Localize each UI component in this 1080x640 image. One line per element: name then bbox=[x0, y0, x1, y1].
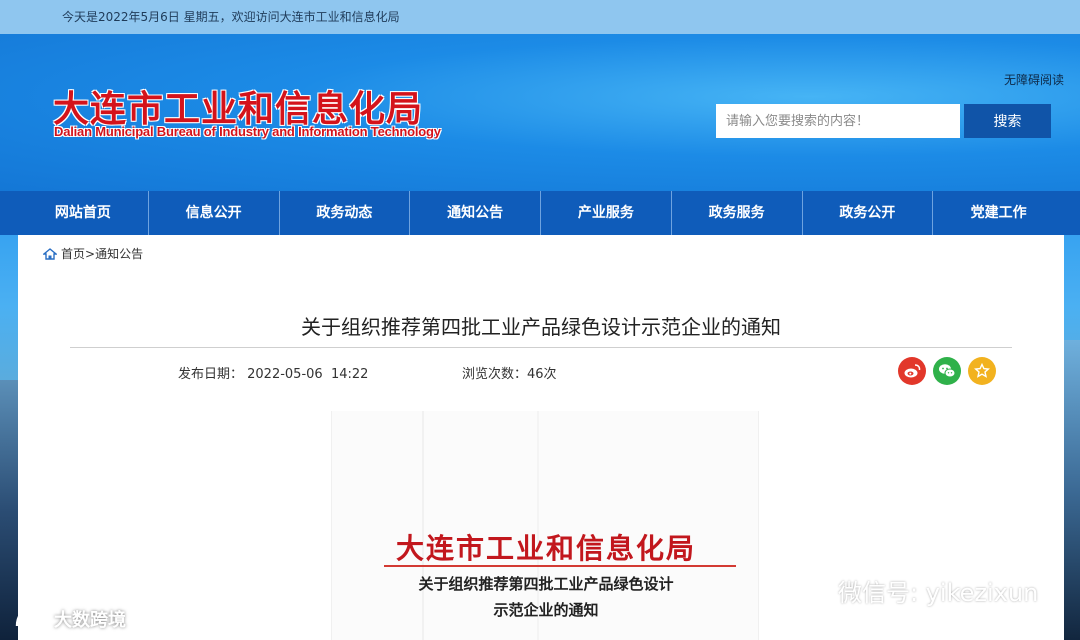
bigdata-watermark-text: 大数跨境 bbox=[54, 610, 126, 631]
site-logo-en[interactable]: Dalian Municipal Bureau of Industry and … bbox=[54, 124, 441, 139]
wechat-watermark-icon bbox=[787, 572, 830, 606]
wechat-watermark: 微信号: yikezixun bbox=[786, 570, 1038, 610]
home-icon bbox=[43, 247, 57, 260]
site-header: 大连市工业和信息化局 Dalian Municipal Bureau of In… bbox=[0, 34, 1080, 191]
breadcrumb-home-link[interactable]: 首页 bbox=[61, 245, 85, 262]
share-weibo-button[interactable] bbox=[898, 357, 926, 385]
document-image: 大连市工业和信息化局 关于组织推荐第四批工业产品绿色设计 示范企业的通知 bbox=[331, 411, 759, 640]
accessible-reading-link[interactable]: 无障碍阅读 bbox=[1004, 71, 1064, 88]
document-org-header: 大连市工业和信息化局 bbox=[395, 532, 696, 565]
document-subtitle-line1: 关于组织推荐第四批工业产品绿色设计 bbox=[418, 575, 674, 593]
nav-item-home[interactable]: 网站首页 bbox=[18, 191, 149, 235]
greeting-text: 今天是2022年5月6日 星期五，欢迎访问大连市工业和信息化局 bbox=[62, 10, 400, 24]
nav-item-gov-services[interactable]: 政务服务 bbox=[672, 191, 803, 235]
wechat-watermark-text: 微信号: yikezixun bbox=[838, 578, 1039, 607]
nav-item-industry-services[interactable]: 产业服务 bbox=[541, 191, 672, 235]
document-red-divider bbox=[384, 565, 736, 567]
document-subtitle-line2: 示范企业的通知 bbox=[493, 601, 599, 619]
nav-item-notices[interactable]: 通知公告 bbox=[410, 191, 541, 235]
bigdata-watermark: 大数跨境 bbox=[14, 606, 126, 632]
search-button[interactable]: 搜索 bbox=[964, 104, 1051, 138]
nav-item-party-building[interactable]: 党建工作 bbox=[933, 191, 1064, 235]
weibo-icon bbox=[904, 364, 921, 378]
top-bar: 今天是2022年5月6日 星期五，欢迎访问大连市工业和信息化局 bbox=[0, 0, 1080, 34]
share-favorite-button[interactable] bbox=[968, 357, 996, 385]
breadcrumb-current-link[interactable]: 通知公告 bbox=[95, 245, 143, 262]
breadcrumb-separator: > bbox=[85, 246, 96, 261]
nav-item-gov-news[interactable]: 政务动态 bbox=[280, 191, 411, 235]
bigdata-logo-icon bbox=[15, 609, 50, 627]
article-title: 关于组织推荐第四批工业产品绿色设计示范企业的通知 bbox=[301, 315, 781, 339]
share-wechat-button[interactable] bbox=[933, 357, 961, 385]
view-count: 浏览次数：46次 bbox=[462, 367, 557, 382]
nav-left-pad bbox=[0, 191, 18, 235]
search-input[interactable] bbox=[716, 104, 960, 138]
breadcrumb: 首页 > 通知公告 bbox=[43, 245, 143, 262]
title-divider bbox=[70, 347, 1012, 348]
favorite-icon bbox=[974, 363, 990, 378]
wechat-icon bbox=[939, 364, 956, 378]
publish-date: 发布日期： 2022-05-06 14:22 bbox=[178, 367, 369, 382]
nav-item-info-disclosure[interactable]: 信息公开 bbox=[149, 191, 280, 235]
main-nav: 网站首页 信息公开 政务动态 通知公告 产业服务 政务服务 政务公开 党建工作 bbox=[18, 191, 1064, 235]
nav-item-gov-affairs[interactable]: 政务公开 bbox=[803, 191, 934, 235]
nav-right-pad bbox=[1064, 191, 1080, 235]
